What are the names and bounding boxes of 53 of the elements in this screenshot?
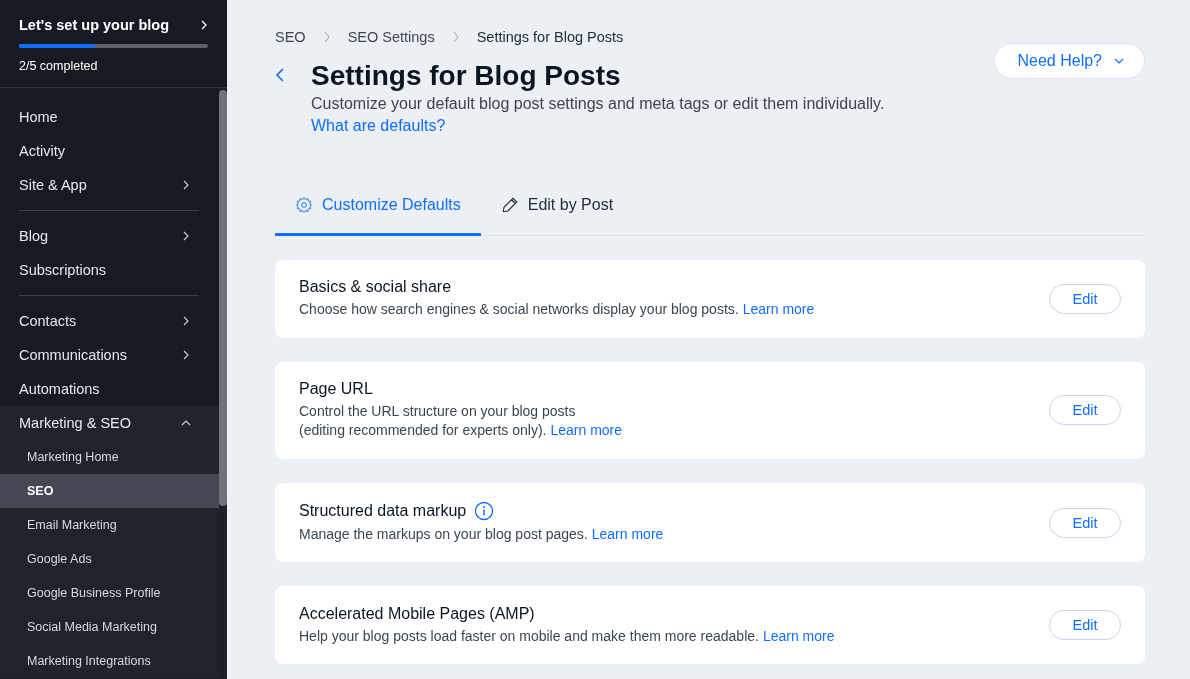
page-title: Settings for Blog Posts xyxy=(311,59,622,93)
nav-subitem[interactable]: Marketing Integrations xyxy=(0,644,219,678)
card-description: Help your blog posts load faster on mobile and make them more readable. xyxy=(299,627,759,644)
setup-title[interactable]: Let's set up your blog xyxy=(19,17,170,33)
gear-icon xyxy=(295,195,313,214)
chevron-right-icon xyxy=(451,31,460,43)
progress-text: 2/5 completed xyxy=(19,59,99,73)
card-title: Structured data markup xyxy=(299,501,467,520)
info-icon[interactable] xyxy=(474,500,495,521)
learn-more-link[interactable]: Learn more xyxy=(591,525,664,542)
scrollbar[interactable] xyxy=(219,88,227,679)
edit-button[interactable]: Edit xyxy=(1049,283,1121,314)
breadcrumb-item: Settings for Blog Posts xyxy=(476,29,624,45)
nav-item[interactable]: Subscriptions xyxy=(0,253,219,287)
tab[interactable]: Customize Defaults xyxy=(275,176,481,236)
card-title: Basics & social share xyxy=(299,277,452,296)
scrollbar-thumb[interactable] xyxy=(219,90,227,506)
tab[interactable]: Edit by Post xyxy=(480,176,634,236)
nav-item[interactable]: Blog xyxy=(0,219,219,253)
nav-subitem[interactable]: Google Business Profile xyxy=(0,576,219,610)
card-title: Accelerated Mobile Pages (AMP) xyxy=(299,604,535,623)
card-description: (editing recommended for experts only). xyxy=(299,422,547,439)
card-description: Control the URL structure on your blog posts xyxy=(299,402,576,419)
caret-icon xyxy=(1114,58,1124,64)
card-title: Page URL xyxy=(299,379,373,398)
help-button[interactable]: Need Help? xyxy=(993,43,1145,79)
learn-more-link[interactable]: Learn more xyxy=(550,422,623,439)
edit-button[interactable]: Edit xyxy=(1049,610,1121,641)
breadcrumb-item[interactable]: SEO Settings xyxy=(347,29,435,45)
breadcrumb-item[interactable]: SEO xyxy=(275,29,306,45)
defaults-link[interactable]: What are defaults? xyxy=(311,116,994,135)
nav-subitem[interactable]: SEO xyxy=(0,474,219,508)
nav-subitem[interactable]: Google Ads xyxy=(0,542,219,576)
chevron-right-icon xyxy=(322,31,331,43)
nav-subitem[interactable]: Social Media Marketing xyxy=(0,610,219,644)
learn-more-link[interactable]: Learn more xyxy=(742,300,815,317)
nav-item[interactable]: Marketing & SEO xyxy=(0,406,219,440)
page-subtitle: Customize your default blog post settings and meta tags or edit them individually. xyxy=(311,94,886,113)
nav-subitem[interactable]: Marketing Home xyxy=(0,440,219,474)
pencil-icon xyxy=(500,195,519,214)
edit-button[interactable]: Edit xyxy=(1049,395,1121,426)
nav-item[interactable]: Site & App xyxy=(0,168,219,202)
nav-item[interactable]: Home xyxy=(0,100,219,134)
card-description: Manage the markups on your blog post pages. xyxy=(299,525,588,542)
card-description: Choose how search engines & social networks display your blog posts. xyxy=(299,300,739,317)
chevron-right-icon[interactable] xyxy=(200,20,208,30)
learn-more-link[interactable]: Learn more xyxy=(762,627,835,644)
nav-item[interactable]: Activity xyxy=(0,134,219,168)
nav-item[interactable]: Communications xyxy=(0,338,219,372)
nav-subitem[interactable]: Email Marketing xyxy=(0,508,219,542)
edit-button[interactable]: Edit xyxy=(1049,507,1121,538)
nav-item[interactable]: Automations xyxy=(0,372,219,406)
nav-item[interactable]: Contacts xyxy=(0,304,219,338)
